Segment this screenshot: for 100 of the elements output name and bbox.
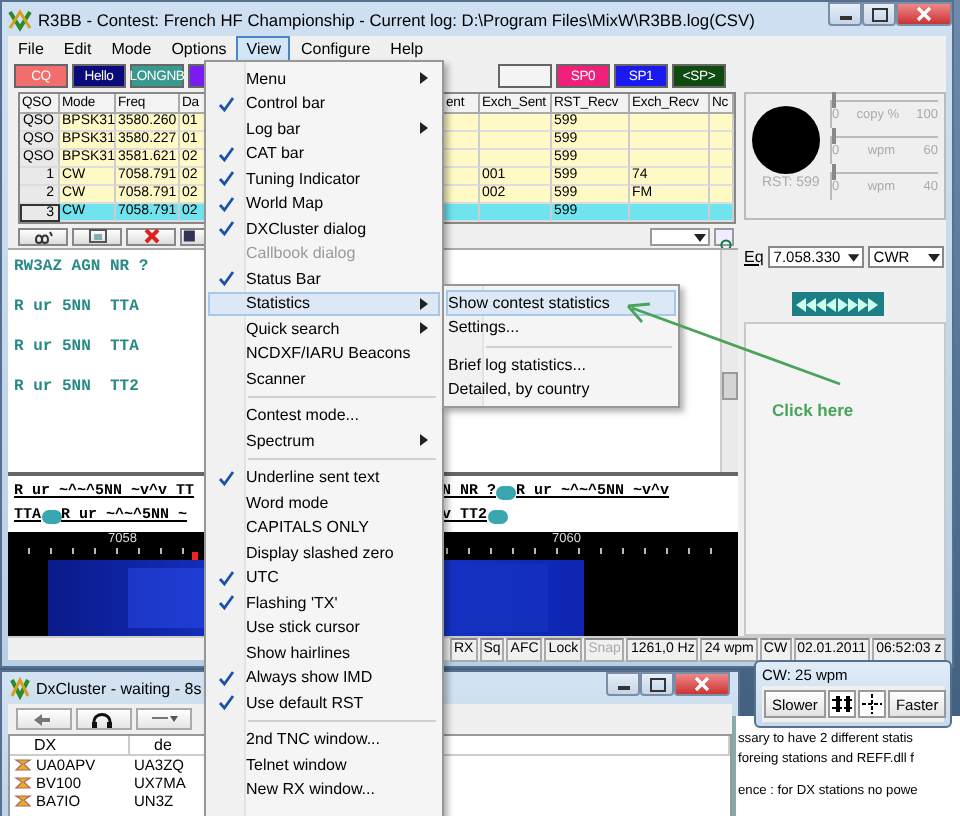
table-cell bbox=[444, 132, 480, 150]
menu-item[interactable]: CAPITALS ONLY bbox=[208, 515, 440, 540]
menu-item[interactable]: Word mode bbox=[208, 490, 440, 515]
close-icon bbox=[916, 6, 932, 22]
dropdown-field[interactable] bbox=[650, 227, 710, 245]
scrollbar[interactable] bbox=[720, 250, 738, 472]
submenu-arrow-icon bbox=[420, 72, 428, 84]
table-cell bbox=[710, 150, 734, 168]
received-text: R ur 5NN TTA bbox=[14, 298, 139, 316]
crosshair-icon bbox=[859, 694, 884, 714]
delete-icon bbox=[139, 228, 163, 244]
close-icon bbox=[694, 676, 710, 692]
received-text: R ur 5NN TTA bbox=[14, 338, 139, 356]
table-cell bbox=[444, 114, 480, 132]
submenu-arrow-icon bbox=[420, 297, 428, 309]
menu-item[interactable]: Show contest statistics bbox=[446, 290, 676, 315]
table-cell bbox=[630, 132, 710, 150]
table-cell bbox=[480, 114, 552, 132]
table-cell bbox=[710, 114, 734, 132]
menu-item[interactable]: Statistics bbox=[208, 291, 440, 316]
arrows-icon bbox=[796, 295, 880, 313]
menu-item[interactable]: Display slashed zero bbox=[208, 540, 440, 565]
menu-item[interactable]: View bbox=[236, 35, 291, 61]
close-button[interactable] bbox=[896, 2, 952, 26]
submenu-arrow-icon bbox=[420, 322, 428, 334]
app-icon bbox=[10, 676, 30, 700]
menu-item[interactable]: Detailed, by country bbox=[446, 377, 676, 402]
crosshair-button[interactable] bbox=[857, 690, 886, 718]
dropdown-arrow-icon bbox=[846, 249, 862, 263]
signal-indicator-icon bbox=[752, 106, 820, 174]
dropdown-arrow-button[interactable] bbox=[136, 708, 192, 730]
maximize-icon bbox=[649, 677, 665, 691]
menu-item[interactable]: Status Bar bbox=[208, 266, 440, 291]
menu-item[interactable]: Tuning Indicator bbox=[208, 166, 440, 191]
menu-item[interactable]: Settings... bbox=[446, 315, 676, 340]
dropdown-arrow-icon bbox=[692, 229, 708, 243]
menu-item[interactable]: Use stick cursor bbox=[208, 615, 440, 640]
menu-item[interactable]: Use default RST bbox=[208, 690, 440, 715]
close-button[interactable] bbox=[674, 672, 730, 696]
table-cell bbox=[480, 204, 552, 222]
column-header[interactable]: DX bbox=[10, 736, 130, 756]
tune-arrows-button[interactable] bbox=[792, 292, 884, 316]
menu-item[interactable]: Flashing 'TX' bbox=[208, 590, 440, 615]
table-cell bbox=[444, 204, 480, 222]
submenu-arrow-icon bbox=[420, 122, 428, 134]
menu-item[interactable]: Mode bbox=[101, 35, 162, 61]
headphones-icon bbox=[90, 711, 118, 727]
menu-item[interactable]: 2nd TNC window... bbox=[208, 727, 440, 752]
menu-item[interactable]: Configure bbox=[290, 35, 381, 61]
menu-item[interactable]: Brief log statistics... bbox=[446, 352, 676, 377]
tag-icon bbox=[487, 509, 508, 523]
menu-item[interactable]: Spectrum bbox=[208, 428, 440, 453]
eq-label: Eq bbox=[744, 247, 764, 265]
menu-item[interactable]: Underline sent text bbox=[208, 465, 440, 490]
headphones-button[interactable] bbox=[76, 708, 132, 730]
menu-item[interactable]: Contest mode... bbox=[208, 403, 440, 428]
received-text: RW3AZ AGN NR ? bbox=[14, 258, 149, 276]
table-cell bbox=[630, 114, 710, 132]
menu-item[interactable]: Help bbox=[380, 35, 434, 61]
menu-item[interactable]: New RX window... bbox=[208, 777, 440, 802]
dots-button[interactable] bbox=[827, 690, 856, 718]
menu-item[interactable]: NCDXF/IARU Beacons bbox=[208, 341, 440, 366]
macro-button[interactable] bbox=[498, 64, 552, 88]
menu-item[interactable]: Always show IMD bbox=[208, 665, 440, 690]
menu-item[interactable]: Edit bbox=[53, 35, 102, 61]
dropdown-arrow-icon bbox=[925, 249, 942, 263]
menu-item[interactable]: Show hairlines bbox=[208, 640, 440, 665]
menu-item[interactable]: Scanner bbox=[208, 366, 440, 391]
menu-item[interactable]: File bbox=[8, 35, 54, 61]
table-cell bbox=[710, 132, 734, 150]
tag-icon bbox=[496, 485, 517, 499]
menu-item[interactable]: Quick search bbox=[208, 316, 440, 341]
window-title: DxCluster - waiting - 8s bbox=[36, 679, 202, 697]
table-cell bbox=[710, 186, 734, 204]
menu-item[interactable]: DXCluster dialog bbox=[208, 216, 440, 241]
table-cell bbox=[630, 204, 710, 222]
search-button[interactable] bbox=[714, 227, 734, 245]
maximize-button[interactable] bbox=[640, 672, 674, 696]
table-cell bbox=[444, 168, 480, 186]
dropdown-arrow-icon bbox=[150, 711, 178, 727]
menu-item[interactable]: Telnet window bbox=[208, 752, 440, 777]
menu-item[interactable]: Control bar bbox=[208, 91, 440, 116]
menu-item[interactable]: UTC bbox=[208, 565, 440, 590]
minimize-button[interactable] bbox=[828, 2, 862, 26]
table-cell bbox=[480, 150, 552, 168]
picture-frame-icon bbox=[85, 228, 109, 244]
picture-frame-button[interactable] bbox=[72, 227, 122, 245]
menu-item[interactable]: Options bbox=[161, 35, 237, 61]
delete-button[interactable] bbox=[126, 227, 176, 245]
maximize-button[interactable] bbox=[862, 2, 896, 26]
annotation-text: Click here bbox=[772, 400, 854, 420]
minimize-button[interactable] bbox=[606, 672, 640, 696]
submenu-arrow-icon bbox=[420, 434, 428, 446]
table-cell bbox=[444, 186, 480, 204]
menu-item[interactable]: Menu bbox=[208, 66, 440, 91]
table-cell bbox=[710, 168, 734, 186]
back-arrow-button[interactable] bbox=[16, 708, 72, 730]
table-cell bbox=[480, 132, 552, 150]
floppy-button[interactable] bbox=[180, 227, 206, 245]
window-title: R3BB - Contest: French HF Championship - Current log: D:\Program Files\MixW\R3BB.log(CSV) bbox=[38, 9, 755, 29]
